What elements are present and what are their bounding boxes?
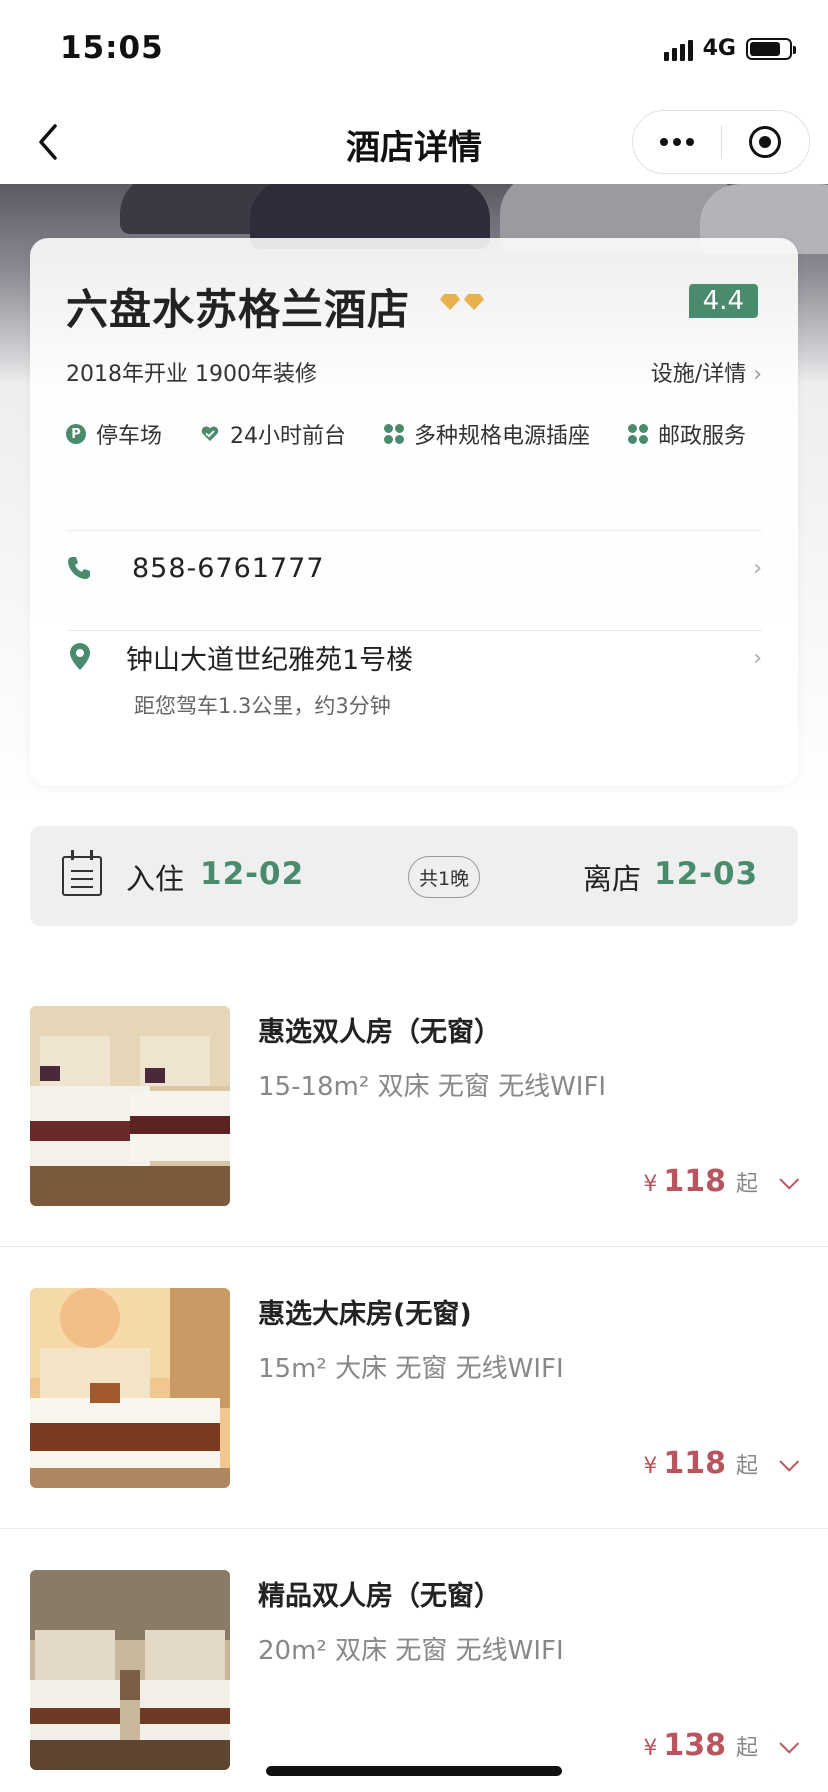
stay-dates-bar[interactable]: 入住 12-02 共1晚 离店 12-03 (30, 826, 798, 926)
chevron-right-icon: › (753, 646, 762, 671)
close-miniapp-button[interactable] (722, 111, 810, 173)
more-button[interactable] (633, 111, 721, 173)
price-currency: ¥ (643, 1736, 658, 1761)
room-photo (30, 1288, 230, 1488)
calendar-icon (62, 850, 102, 896)
checkout-label: 离店 (583, 862, 642, 896)
distance-text: 距您驾车1.3公里，约3分钟 (134, 694, 391, 718)
price-currency: ¥ (643, 1172, 658, 1197)
room-desc: 15m² 大床 无窗 无线WIFI (258, 1354, 564, 1384)
room-name: 惠选大床房(无窗) (258, 1299, 472, 1330)
chevron-down-icon (779, 1733, 800, 1754)
rating-badge: 4.4 (688, 284, 758, 318)
diamond-rating-icon (440, 294, 484, 310)
opened-renovated-text: 2018年开业 1900年装修 (66, 362, 317, 387)
amenity-label: 多种规格电源插座 (414, 424, 591, 449)
status-time: 15:05 (60, 30, 164, 66)
facility-link-label: 设施/详情 (650, 362, 747, 387)
amenity-item: 多种规格电源插座 (384, 418, 590, 450)
checkin-date: 12-02 (200, 856, 305, 892)
address-row[interactable]: 钟山大道世纪雅苑1号楼 距您驾车1.3公里，约3分钟 › (66, 630, 762, 750)
room-desc: 15-18m² 双床 无窗 无线WIFI (258, 1072, 607, 1102)
chevron-down-icon (779, 1169, 800, 1190)
clover-icon (628, 424, 649, 444)
nav-bar: 酒店详情 (0, 100, 828, 184)
hotel-info-card: 六盘水苏格兰酒店 4.4 2018年开业 1900年装修 设施/详情 › P 停… (30, 238, 798, 786)
amenity-item: 邮政服务 (628, 418, 746, 450)
room-item[interactable]: 精品双人房（无窗） 20m² 双床 无窗 无线WIFI ¥ 138 起 (0, 1570, 828, 1792)
network-label: 4G (702, 36, 736, 61)
amenity-list: P 停车场 24小时前台 多种规格电源插座 邮政服务 (66, 418, 766, 450)
price-suffix: 起 (735, 1736, 758, 1761)
amenity-item: 24小时前台 (200, 418, 346, 450)
checkout-date: 12-03 (654, 856, 759, 892)
target-icon (749, 126, 782, 158)
chevron-right-icon: › (753, 555, 762, 581)
room-desc: 20m² 双床 无窗 无线WIFI (258, 1636, 564, 1666)
price-currency: ¥ (643, 1454, 658, 1479)
price-value: 118 (663, 1164, 726, 1199)
checkin-label: 入住 (126, 862, 185, 896)
phone-number: 858-6761777 (132, 552, 325, 584)
amenity-label: 24小时前台 (230, 424, 347, 449)
amenity-label: 停车场 (96, 424, 163, 449)
phone-row[interactable]: 858-6761777 › (66, 528, 762, 608)
status-bar: 15:05 4G (0, 0, 828, 100)
signal-icon (663, 37, 693, 61)
status-indicators: 4G (663, 36, 796, 61)
home-indicator[interactable] (266, 1766, 562, 1776)
miniapp-capsule (632, 110, 810, 174)
room-name: 精品双人房（无窗） (258, 1581, 501, 1612)
heart-icon (201, 426, 219, 441)
room-price[interactable]: ¥ 118 起 (643, 1164, 800, 1199)
nights-badge: 共1晚 (408, 856, 481, 898)
room-name: 惠选双人房（无窗） (258, 1017, 501, 1048)
clover-icon (384, 424, 405, 444)
divider (0, 1528, 828, 1529)
price-suffix: 起 (735, 1172, 758, 1197)
price-value: 138 (663, 1728, 726, 1763)
location-pin-icon (70, 643, 90, 670)
amenity-item: P 停车场 (66, 418, 162, 450)
parking-icon: P (66, 424, 86, 444)
divider (0, 1246, 828, 1247)
room-photo (30, 1006, 230, 1206)
price-value: 118 (663, 1446, 726, 1481)
battery-icon (746, 37, 796, 60)
hotel-address: 钟山大道世纪雅苑1号楼 (126, 645, 414, 676)
hotel-name: 六盘水苏格兰酒店 (66, 285, 411, 334)
phone-icon (68, 557, 90, 579)
chevron-down-icon (779, 1451, 800, 1472)
room-price[interactable]: ¥ 138 起 (643, 1728, 800, 1763)
room-price[interactable]: ¥ 118 起 (643, 1446, 800, 1481)
price-suffix: 起 (735, 1454, 758, 1479)
more-dots-icon (659, 138, 694, 146)
room-photo (30, 1570, 230, 1770)
amenity-label: 邮政服务 (658, 424, 747, 449)
facility-details-link[interactable]: 设施/详情 › (651, 356, 762, 388)
